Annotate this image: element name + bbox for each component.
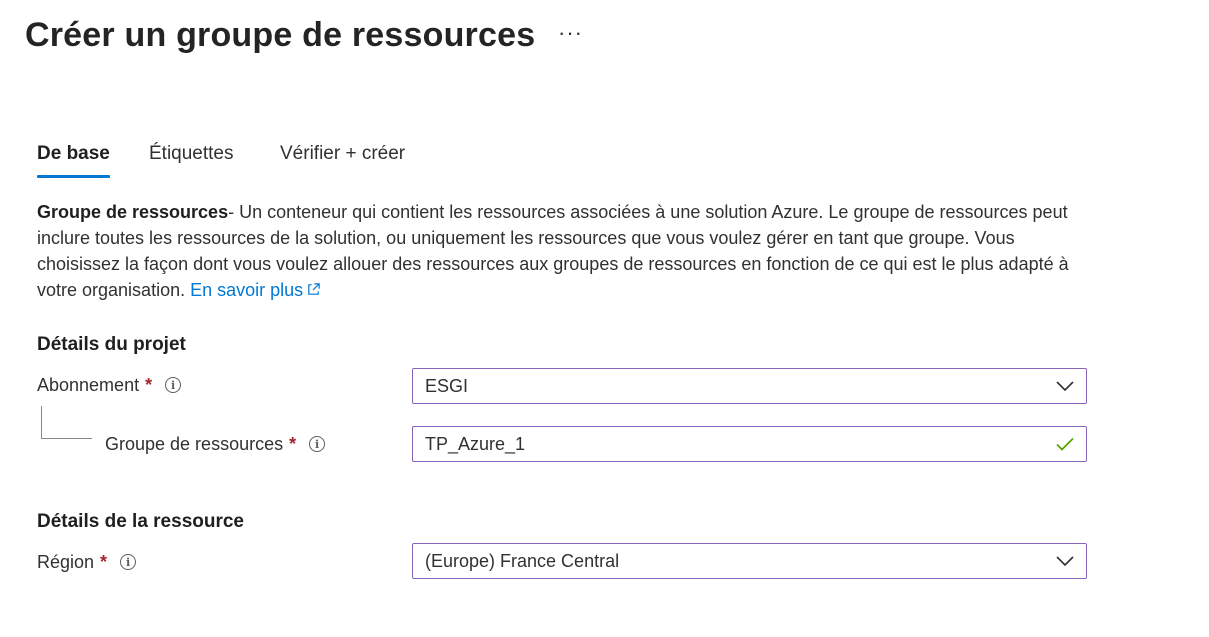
learn-more-label: En savoir plus: [190, 280, 304, 300]
info-icon[interactable]: i: [165, 377, 182, 393]
subscription-value: ESGI: [425, 375, 469, 396]
chevron-down-icon: [1056, 381, 1074, 392]
resource-group-label-row: Groupe de ressources * i: [105, 431, 326, 457]
checkmark-icon: [1056, 437, 1074, 451]
external-link-icon: [306, 278, 321, 304]
region-label: Région: [37, 551, 95, 572]
create-resource-group-page: Créer un groupe de ressources ··· De bas…: [0, 0, 1209, 637]
more-options-button[interactable]: ···: [558, 18, 583, 48]
info-icon[interactable]: i: [120, 554, 137, 570]
tab-tags[interactable]: Étiquettes: [149, 140, 234, 178]
chevron-down-icon: [1056, 556, 1074, 567]
description: Groupe de ressources- Un conteneur qui c…: [37, 199, 1097, 304]
tab-review-create[interactable]: Vérifier + créer: [280, 140, 405, 178]
tree-connector: [41, 406, 92, 439]
info-icon[interactable]: i: [309, 436, 326, 452]
subscription-dropdown[interactable]: ESGI: [412, 368, 1087, 404]
page-title: Créer un groupe de ressources: [25, 16, 536, 54]
resource-details-heading: Détails de la ressource: [37, 511, 244, 532]
resource-group-field[interactable]: [412, 426, 1087, 462]
region-value: (Europe) France Central: [425, 550, 620, 571]
resource-group-input[interactable]: [425, 433, 1056, 455]
learn-more-link[interactable]: En savoir plus: [190, 280, 321, 300]
required-mark: *: [100, 551, 108, 572]
description-term: Groupe de ressources: [37, 202, 229, 222]
tab-basics[interactable]: De base: [37, 140, 110, 178]
resource-group-label: Groupe de ressources: [105, 433, 284, 454]
subscription-label: Abonnement: [37, 374, 140, 395]
region-label-row: Région * i: [37, 549, 137, 575]
required-mark: *: [289, 433, 297, 454]
required-mark: *: [145, 374, 153, 395]
project-details-heading: Détails du projet: [37, 334, 186, 355]
region-dropdown[interactable]: (Europe) France Central: [412, 543, 1087, 579]
subscription-label-row: Abonnement * i: [37, 372, 182, 398]
